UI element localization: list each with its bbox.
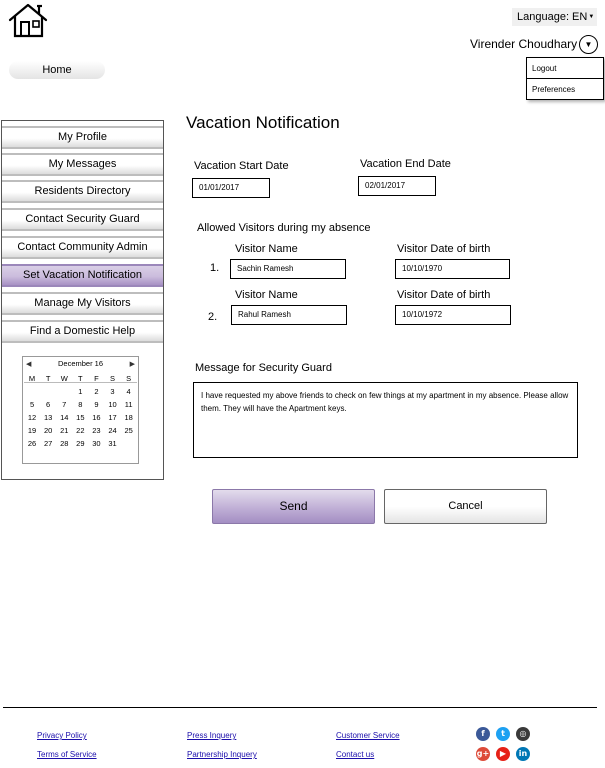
sidebar-item-my-messages[interactable]: My Messages <box>2 153 163 176</box>
calendar-day[interactable]: 24 <box>104 424 120 437</box>
sidebar-item-find-domestic-help[interactable]: Find a Domestic Help <box>2 320 163 343</box>
calendar-next-icon[interactable]: ▶ <box>130 360 135 368</box>
calendar-day[interactable]: 6 <box>40 398 56 411</box>
page-title: Vacation Notification <box>186 113 340 132</box>
visitor-number: 1. <box>210 262 220 274</box>
youtube-icon[interactable]: ▶ <box>496 747 510 761</box>
press-inquiry-link[interactable]: Press Inquery <box>187 731 236 740</box>
calendar-day[interactable]: 11 <box>121 398 137 411</box>
visitor-name-label: Visitor Name <box>235 289 298 301</box>
calendar-divider <box>24 382 137 383</box>
sidebar-item-residents-directory[interactable]: Residents Directory <box>2 180 163 203</box>
send-button[interactable]: Send <box>212 489 375 524</box>
contact-us-link[interactable]: Contact us <box>336 750 374 759</box>
visitors-heading: Allowed Visitors during my absence <box>197 222 371 234</box>
calendar-day[interactable]: 14 <box>56 411 72 424</box>
linkedin-icon[interactable]: in <box>516 747 530 761</box>
calendar-day-header: F <box>94 374 99 383</box>
visitor-number: 2. <box>208 311 218 323</box>
calendar-day-header: T <box>78 374 83 383</box>
terms-of-service-link[interactable]: Terms of Service <box>37 750 97 759</box>
visitor-name-field[interactable]: Sachin Ramesh <box>230 259 346 279</box>
calendar-empty-cell <box>121 437 137 450</box>
sidebar-item-contact-community-admin[interactable]: Contact Community Admin <box>2 236 163 259</box>
home-tab[interactable]: Home <box>9 61 105 79</box>
calendar-empty-cell <box>40 385 56 398</box>
partnership-inquiry-link[interactable]: Partnership Inquery <box>187 750 257 759</box>
chevron-down-icon: ▼ <box>588 14 595 21</box>
visitor-dob-field[interactable]: 10/10/1972 <box>395 305 511 325</box>
calendar-day-header: M <box>28 374 36 383</box>
cancel-button[interactable]: Cancel <box>384 489 547 524</box>
calendar-day[interactable]: 3 <box>104 385 120 398</box>
language-label: Language: EN <box>517 11 588 23</box>
calendar-day[interactable]: 8 <box>72 398 88 411</box>
calendar-day[interactable]: 9 <box>88 398 104 411</box>
user-dropdown-menu: Logout Preferences <box>526 57 604 100</box>
visitor-name-field[interactable]: Rahul Ramesh <box>231 305 347 325</box>
visitor-name-label: Visitor Name <box>235 243 298 255</box>
calendar-day[interactable]: 18 <box>121 411 137 424</box>
calendar-day[interactable]: 7 <box>56 398 72 411</box>
calendar-empty-cell <box>56 385 72 398</box>
calendar-day[interactable]: 4 <box>121 385 137 398</box>
calendar-day[interactable]: 28 <box>56 437 72 450</box>
message-label: Message for Security Guard <box>195 362 332 374</box>
end-date-field[interactable]: 02/01/2017 <box>358 176 436 196</box>
instagram-icon[interactable]: ◎ <box>516 727 530 741</box>
twitter-icon[interactable]: t <box>496 727 510 741</box>
sidebar-item-contact-security-guard[interactable]: Contact Security Guard <box>2 208 163 231</box>
calendar-day[interactable]: 29 <box>72 437 88 450</box>
calendar-day[interactable]: 12 <box>24 411 40 424</box>
privacy-policy-link[interactable]: Privacy Policy <box>37 731 87 740</box>
calendar-day[interactable]: 19 <box>24 424 40 437</box>
calendar-empty-cell <box>24 385 40 398</box>
calendar-day[interactable]: 13 <box>40 411 56 424</box>
sidebar-item-manage-my-visitors[interactable]: Manage My Visitors <box>2 292 163 315</box>
google-plus-icon[interactable]: g+ <box>476 747 490 761</box>
calendar-day[interactable]: 17 <box>104 411 120 424</box>
customer-service-link[interactable]: Customer Service <box>336 731 400 740</box>
calendar-day[interactable]: 31 <box>104 437 120 450</box>
calendar-day[interactable]: 15 <box>72 411 88 424</box>
footer-divider <box>3 707 597 708</box>
calendar-month-label: December 16 <box>57 359 104 368</box>
calendar-day[interactable]: 2 <box>88 385 104 398</box>
language-selector[interactable]: Language: EN▼ <box>512 8 597 26</box>
calendar-day[interactable]: 23 <box>88 424 104 437</box>
sidebar-item-set-vacation-notification[interactable]: Set Vacation Notification <box>2 264 163 287</box>
logout-menu-item[interactable]: Logout <box>527 58 603 79</box>
calendar-day[interactable]: 25 <box>121 424 137 437</box>
calendar-day[interactable]: 5 <box>24 398 40 411</box>
house-icon[interactable] <box>8 2 50 38</box>
end-date-label: Vacation End Date <box>360 158 451 170</box>
calendar-day[interactable]: 22 <box>72 424 88 437</box>
calendar-day[interactable]: 26 <box>24 437 40 450</box>
visitor-dob-label: Visitor Date of birth <box>397 289 491 301</box>
facebook-icon[interactable]: f <box>476 727 490 741</box>
calendar-day[interactable]: 10 <box>104 398 120 411</box>
calendar-day[interactable]: 21 <box>56 424 72 437</box>
calendar-day[interactable]: 1 <box>72 385 88 398</box>
calendar-day[interactable]: 27 <box>40 437 56 450</box>
user-name[interactable]: Virender Choudhary <box>470 37 577 51</box>
visitor-dob-field[interactable]: 10/10/1970 <box>395 259 510 279</box>
user-menu-chevron-icon[interactable]: ▼ <box>579 35 598 54</box>
calendar-day[interactable]: 30 <box>88 437 104 450</box>
calendar-widget: ◀ December 16 ▶ M T W T F S S 1 2 3 4 5 6 7 8 9 10 11 12 13… <box>22 356 139 464</box>
start-date-label: Vacation Start Date <box>194 160 289 172</box>
calendar-grid: M T W T F S S 1 2 3 4 5 6 7 8 9 10 11 12 13 14 15 16 17 18 19 20 21… <box>24 372 137 450</box>
start-date-field[interactable]: 01/01/2017 <box>192 178 270 198</box>
calendar-day[interactable]: 16 <box>88 411 104 424</box>
visitor-dob-label: Visitor Date of birth <box>397 243 491 255</box>
preferences-menu-item[interactable]: Preferences <box>527 79 603 100</box>
message-textarea[interactable]: I have requested my above friends to che… <box>193 382 578 458</box>
calendar-day-header: T <box>45 374 51 383</box>
calendar-day-header: S <box>110 374 116 383</box>
sidebar-item-my-profile[interactable]: My Profile <box>2 126 163 149</box>
calendar-day-header: W <box>60 374 68 383</box>
calendar-day[interactable]: 20 <box>40 424 56 437</box>
calendar-day-header: S <box>126 374 132 383</box>
